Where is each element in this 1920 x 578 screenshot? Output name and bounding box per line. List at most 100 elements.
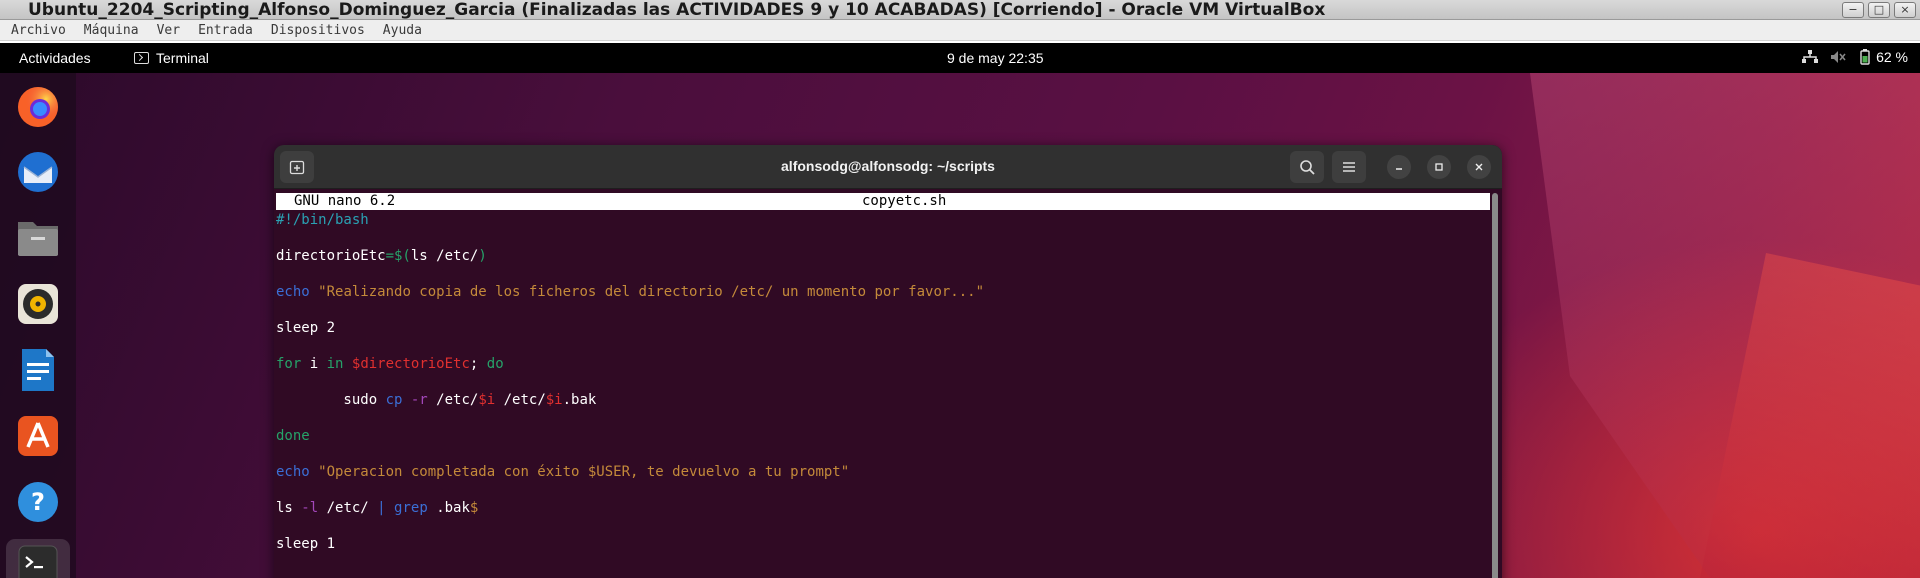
code-line: #!/bin/bash xyxy=(276,211,1490,247)
code-line: echo "Operacion completada con éxito $US… xyxy=(276,463,1490,499)
files-icon[interactable] xyxy=(14,214,62,262)
code-token: | xyxy=(377,500,386,516)
code-token: -l xyxy=(301,500,319,516)
code-token: for xyxy=(276,356,302,372)
code-token: .bak xyxy=(427,500,470,516)
code-token: i xyxy=(301,356,327,372)
close-icon xyxy=(1475,163,1483,171)
hamburger-icon xyxy=(1343,162,1355,172)
clock[interactable]: 9 de may 22:35 xyxy=(947,50,1044,66)
code-token: ls xyxy=(276,500,302,516)
code-token: /etc/ xyxy=(427,392,479,408)
code-token: grep xyxy=(394,500,428,516)
menu-archivo[interactable]: Archivo xyxy=(11,23,66,38)
code-token: $i xyxy=(545,392,563,408)
menu-maquina[interactable]: Máquina xyxy=(84,23,139,38)
virtualbox-menubar: Archivo Máquina Ver Entrada Dispositivos… xyxy=(0,20,1920,41)
code-line: ls -l /etc/ | grep .bak$ xyxy=(276,499,1490,535)
search-icon xyxy=(1300,160,1315,175)
help-icon[interactable]: ? xyxy=(14,478,62,526)
volume-muted-icon xyxy=(1830,50,1846,64)
code-token: sudo xyxy=(276,392,386,408)
menu-button[interactable] xyxy=(1332,151,1366,183)
terminal-icon xyxy=(134,52,149,64)
code-token: directorioEtc xyxy=(276,248,386,264)
terminal-icon[interactable] xyxy=(14,541,62,578)
nano-header: GNU nano 6.2 copyetc.sh xyxy=(276,193,1490,210)
writer-icon[interactable] xyxy=(14,346,62,394)
menu-entrada[interactable]: Entrada xyxy=(198,23,253,38)
code-token: /etc/ xyxy=(495,392,546,408)
battery-icon xyxy=(1860,49,1870,65)
code-token: $i xyxy=(478,392,496,408)
menu-ayuda[interactable]: Ayuda xyxy=(383,23,422,38)
code-token: ) xyxy=(478,248,487,264)
code-line: sleep 2 xyxy=(276,319,1490,355)
close-button[interactable]: × xyxy=(1894,2,1916,18)
app-center-icon[interactable] xyxy=(14,412,62,460)
minimize-window-button[interactable] xyxy=(1387,155,1411,179)
maximize-icon xyxy=(1435,163,1443,171)
guest-screen: Actividades Terminal 9 de may 22:35 62 % xyxy=(0,41,1920,578)
firefox-icon[interactable] xyxy=(14,83,62,131)
code-token: #!/bin/bash xyxy=(276,212,369,228)
code-token: =$( xyxy=(385,248,411,264)
terminal-headerbar: alfonsodg@alfonsodg: ~/scripts xyxy=(274,145,1502,189)
svg-text:?: ? xyxy=(31,488,45,516)
window-controls: − □ × xyxy=(1842,2,1916,18)
gnome-top-bar: Actividades Terminal 9 de may 22:35 62 % xyxy=(0,41,1920,73)
app-menu[interactable]: Terminal xyxy=(134,50,209,66)
code-token: "Operacion completada con éxito $USER, t… xyxy=(318,464,850,480)
network-icon xyxy=(1802,50,1819,64)
code-token: /etc/ xyxy=(318,500,378,516)
menu-dispositivos[interactable]: Dispositivos xyxy=(271,23,365,38)
minimize-button[interactable]: − xyxy=(1842,2,1864,18)
rhythmbox-icon[interactable] xyxy=(14,280,62,328)
minimize-icon xyxy=(1396,168,1402,170)
code-token: sleep 1 xyxy=(276,536,336,552)
search-button[interactable] xyxy=(1290,151,1324,183)
code-line: for i in $directorioEtc; do xyxy=(276,355,1490,391)
code-line: done xyxy=(276,427,1490,463)
window-title: Ubuntu_2204_Scripting_Alfonso_Dominguez_… xyxy=(28,0,1326,20)
code-token: ; xyxy=(469,356,487,372)
code-line: echo "Realizando copia de los ficheros d… xyxy=(276,283,1490,319)
code-token: -r xyxy=(410,392,428,408)
menu-ver[interactable]: Ver xyxy=(157,23,180,38)
nano-version: GNU nano 6.2 xyxy=(294,193,396,209)
terminal-window: alfonsodg@alfonsodg: ~/scripts GNU nano … xyxy=(274,145,1502,578)
code-token: $directorioEtc xyxy=(351,356,470,372)
nano-editor-content[interactable]: #!/bin/bash directorioEtc=$(ls /etc/) echo… xyxy=(276,211,1490,571)
code-token: cp xyxy=(385,392,403,408)
code-line: directorioEtc=$(ls /etc/) xyxy=(276,247,1490,283)
terminal-scrollbar[interactable] xyxy=(1492,193,1498,578)
thunderbird-icon[interactable] xyxy=(14,148,62,196)
virtualbox-titlebar: Ubuntu_2204_Scripting_Alfonso_Dominguez_… xyxy=(0,0,1920,20)
code-token: in xyxy=(326,356,344,372)
system-tray[interactable]: 62 % xyxy=(1802,49,1908,65)
code-token: do xyxy=(486,356,504,372)
code-token: echo xyxy=(276,464,310,480)
code-token: ls /etc/ xyxy=(410,248,479,264)
maximize-button[interactable]: □ xyxy=(1868,2,1890,18)
app-menu-label: Terminal xyxy=(156,50,209,66)
code-token: echo xyxy=(276,284,310,300)
nano-filename: copyetc.sh xyxy=(862,193,947,209)
code-line: sleep 1 xyxy=(276,535,1490,571)
code-token: $ xyxy=(469,500,479,516)
close-window-button[interactable] xyxy=(1467,155,1491,179)
battery-indicator: 62 % xyxy=(1858,49,1908,65)
code-token: sleep 2 xyxy=(276,320,336,336)
battery-percentage: 62 % xyxy=(1876,49,1908,65)
code-token: .bak xyxy=(562,392,597,408)
dock: ? xyxy=(0,73,76,578)
code-token: done xyxy=(276,428,310,444)
activities-button[interactable]: Actividades xyxy=(19,50,91,66)
code-line: sudo cp -r /etc/$i /etc/$i.bak xyxy=(276,391,1490,427)
maximize-window-button[interactable] xyxy=(1427,155,1451,179)
